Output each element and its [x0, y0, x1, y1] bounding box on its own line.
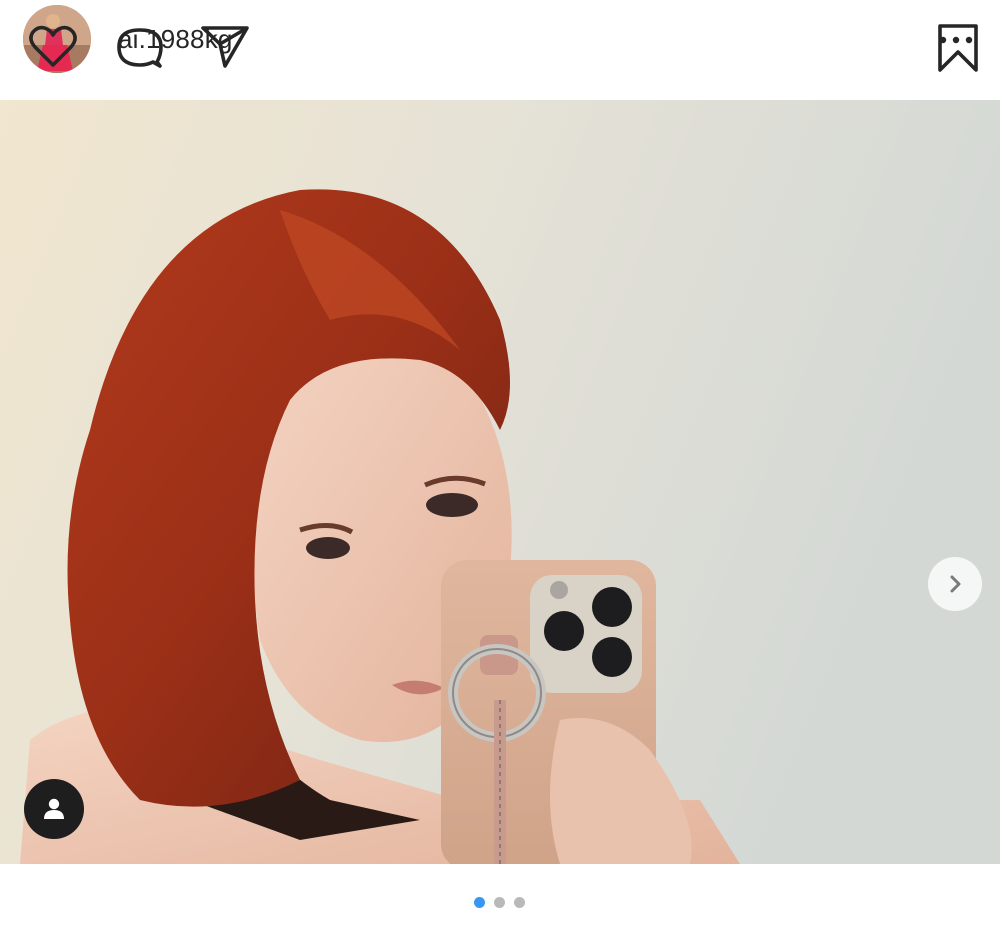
- post-photo: [0, 100, 1000, 864]
- carousel-indicator: [474, 897, 525, 909]
- chevron-right-icon: [950, 575, 961, 593]
- share-button[interactable]: [199, 22, 251, 74]
- like-button[interactable]: [27, 22, 79, 74]
- comment-button[interactable]: [113, 22, 165, 74]
- carousel-next-button[interactable]: [928, 557, 982, 611]
- tagged-users-button[interactable]: [24, 779, 84, 839]
- heart-outline-icon: [29, 25, 77, 67]
- post-media[interactable]: [0, 100, 1000, 864]
- carousel-dot-3: [514, 897, 525, 908]
- bookmark-outline-icon: [938, 24, 978, 72]
- carousel-dot-2: [494, 897, 505, 908]
- comment-bubble-icon: [117, 28, 163, 68]
- carousel-dot-1: [474, 897, 485, 908]
- save-button[interactable]: [932, 22, 984, 74]
- person-icon: [44, 798, 64, 819]
- paper-plane-icon: [201, 26, 249, 68]
